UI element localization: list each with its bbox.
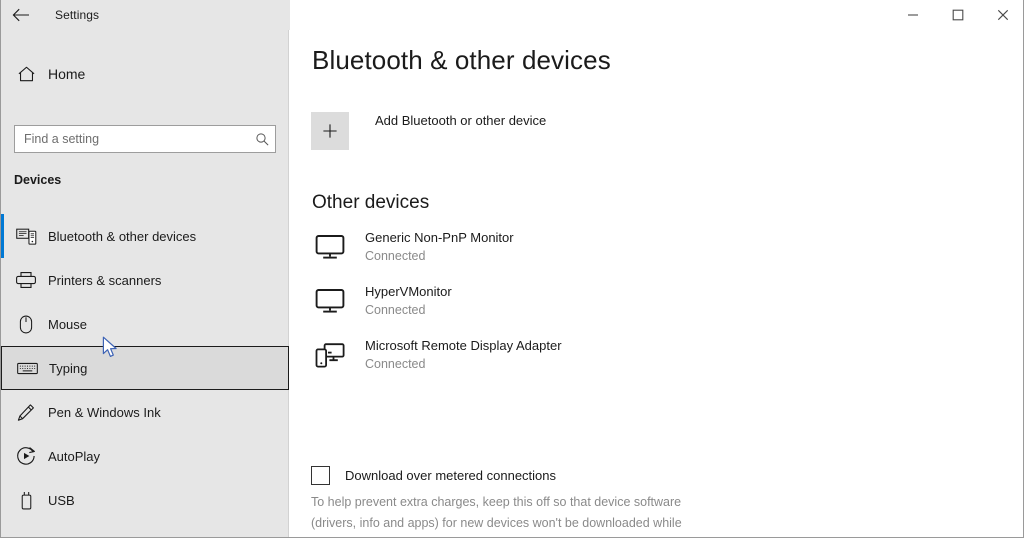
sidebar-item-label: Typing — [49, 360, 88, 376]
device-list-item[interactable]: Generic Non-PnP Monitor Connected — [311, 220, 911, 274]
device-text: Microsoft Remote Display Adapter Connect… — [365, 337, 562, 373]
device-name: Generic Non-PnP Monitor — [365, 230, 514, 245]
device-list-item[interactable]: HyperVMonitor Connected — [311, 274, 911, 328]
caption-buttons — [890, 0, 1023, 30]
selection-accent-bar — [1, 434, 4, 478]
search-input[interactable] — [15, 126, 249, 152]
add-device-label: Add Bluetooth or other device — [375, 113, 547, 128]
sidebar-item-bluetooth-other-devices[interactable]: Bluetooth & other devices — [1, 214, 289, 258]
search-box[interactable] — [14, 125, 276, 153]
metered-connections-label: Download over metered connections — [345, 468, 557, 483]
selection-accent-bar — [1, 214, 4, 258]
back-button[interactable] — [1, 0, 41, 30]
sidebar-item-autoplay[interactable]: AutoPlay — [1, 434, 289, 478]
bluetooth-devices-icon — [5, 227, 47, 245]
sidebar: Home Devices — [1, 30, 289, 537]
minimize-button[interactable] — [890, 0, 935, 30]
plus-icon — [311, 112, 349, 150]
sidebar-item-pen-windows-ink[interactable]: Pen & Windows Ink — [1, 390, 289, 434]
device-text: Generic Non-PnP Monitor Connected — [365, 229, 514, 265]
device-text: HyperVMonitor Connected — [365, 283, 452, 319]
device-status: Connected — [365, 303, 426, 317]
sidebar-item-label: Mouse — [48, 316, 88, 332]
sidebar-item-label: Bluetooth & other devices — [48, 228, 197, 244]
mouse-icon — [5, 315, 47, 334]
sidebar-item-mouse[interactable]: Mouse — [1, 302, 289, 346]
close-button[interactable] — [980, 0, 1023, 30]
sidebar-item-home[interactable]: Home — [1, 54, 289, 94]
sidebar-item-label: USB — [48, 492, 75, 508]
sidebar-item-printers-scanners[interactable]: Printers & scanners — [1, 258, 289, 302]
maximize-button[interactable] — [935, 0, 980, 30]
sidebar-item-label: AutoPlay — [48, 448, 101, 464]
selection-accent-bar — [1, 258, 4, 302]
device-status: Connected — [365, 357, 426, 371]
metered-connections-checkbox[interactable] — [311, 466, 330, 485]
sidebar-nav-list: Bluetooth & other devices Printers & sca… — [1, 214, 289, 522]
monitor-icon — [311, 228, 349, 266]
selection-accent-bar — [1, 478, 4, 522]
device-list: Generic Non-PnP Monitor Connected HyperV… — [311, 220, 911, 382]
selection-accent-bar — [2, 347, 5, 391]
back-arrow-icon — [12, 8, 30, 22]
search-icon[interactable] — [249, 126, 275, 152]
selection-accent-bar — [1, 302, 4, 346]
autoplay-icon — [5, 446, 47, 466]
page-title: Bluetooth & other devices — [312, 45, 611, 75]
device-name: HyperVMonitor — [365, 284, 452, 299]
sidebar-item-usb[interactable]: USB — [1, 478, 289, 522]
usb-icon — [5, 491, 47, 510]
metered-connections-description: To help prevent extra charges, keep this… — [311, 495, 682, 537]
add-bluetooth-device-button[interactable]: Add Bluetooth or other device — [311, 112, 546, 150]
pen-icon — [5, 403, 47, 422]
metered-connections-checkbox-row[interactable]: Download over metered connections — [311, 466, 556, 485]
printer-icon — [5, 271, 47, 289]
remote-display-icon — [311, 336, 349, 374]
title-bar: Settings — [1, 0, 1023, 30]
sidebar-item-label: Pen & Windows Ink — [48, 404, 161, 420]
settings-window: Settings Home Find a setting Devices Blu… — [0, 0, 1024, 538]
main-content: Bluetooth & other devices Add Bluetooth … — [290, 30, 1023, 537]
sidebar-group-label: Devices — [14, 173, 62, 187]
title-bar-left: Settings — [1, 0, 290, 30]
home-icon — [5, 65, 47, 83]
maximize-icon — [952, 9, 964, 21]
selection-accent-bar — [1, 390, 4, 434]
sidebar-item-label: Printers & scanners — [48, 272, 162, 288]
sidebar-item-home-label: Home — [48, 66, 86, 82]
other-devices-heading: Other devices — [312, 192, 430, 213]
close-icon — [997, 9, 1009, 21]
minimize-icon — [907, 9, 919, 21]
device-list-item[interactable]: Microsoft Remote Display Adapter Connect… — [311, 328, 911, 382]
app-title: Settings — [55, 8, 100, 22]
monitor-icon — [311, 282, 349, 320]
sidebar-item-typing[interactable]: Typing — [1, 346, 289, 390]
keyboard-icon — [6, 361, 48, 376]
device-name: Microsoft Remote Display Adapter — [365, 338, 562, 353]
device-status: Connected — [365, 249, 426, 263]
